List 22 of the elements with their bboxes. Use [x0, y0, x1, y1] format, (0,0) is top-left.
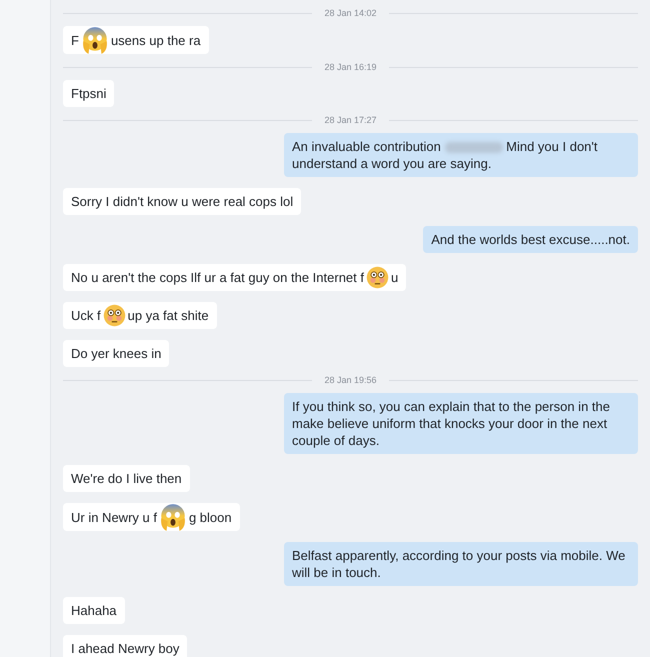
received-message: I ahead Newry boy: [63, 635, 188, 657]
sent-message: And the worlds best excuse.....not.: [423, 226, 638, 253]
received-message: We're do I live then: [63, 465, 190, 492]
sent-message: An invaluable contribution Mind you I don't understand a word you are saying.: [284, 133, 638, 177]
message-text: F: [71, 32, 79, 48]
date-separator: 28 Jan 19:56: [324, 375, 377, 385]
received-message: Do yer knees in: [63, 340, 170, 367]
sent-message: Belfast apparently, according to your posts via mobile. We will be in touch.: [284, 542, 638, 586]
message-text: u: [391, 269, 398, 286]
date-separator: 28 Jan 16:19: [324, 62, 377, 72]
message-text: Ur in Newry u f: [71, 508, 157, 526]
date-separator: 28 Jan 14:02: [324, 8, 377, 18]
received-message: Ftpsni: [63, 80, 114, 107]
message-text: Uck f: [71, 307, 101, 324]
message-text: g bloon: [188, 508, 232, 526]
received-message: Hahaha: [63, 597, 125, 624]
sent-message: If you think so, you can explain that to the person in the make believe uniform that knocks your door in the next couple of days.: [284, 393, 638, 454]
message-text: usens up the ra: [110, 32, 201, 48]
message-text: up ya fat shite: [128, 307, 209, 324]
date-separator: 28 Jan 17:27: [324, 115, 377, 125]
message-text: No u aren't the cops Ilf ur a fat guy on the Internet f: [71, 269, 364, 286]
received-message: Sorry I didn't know u were real cops lol: [63, 188, 302, 215]
